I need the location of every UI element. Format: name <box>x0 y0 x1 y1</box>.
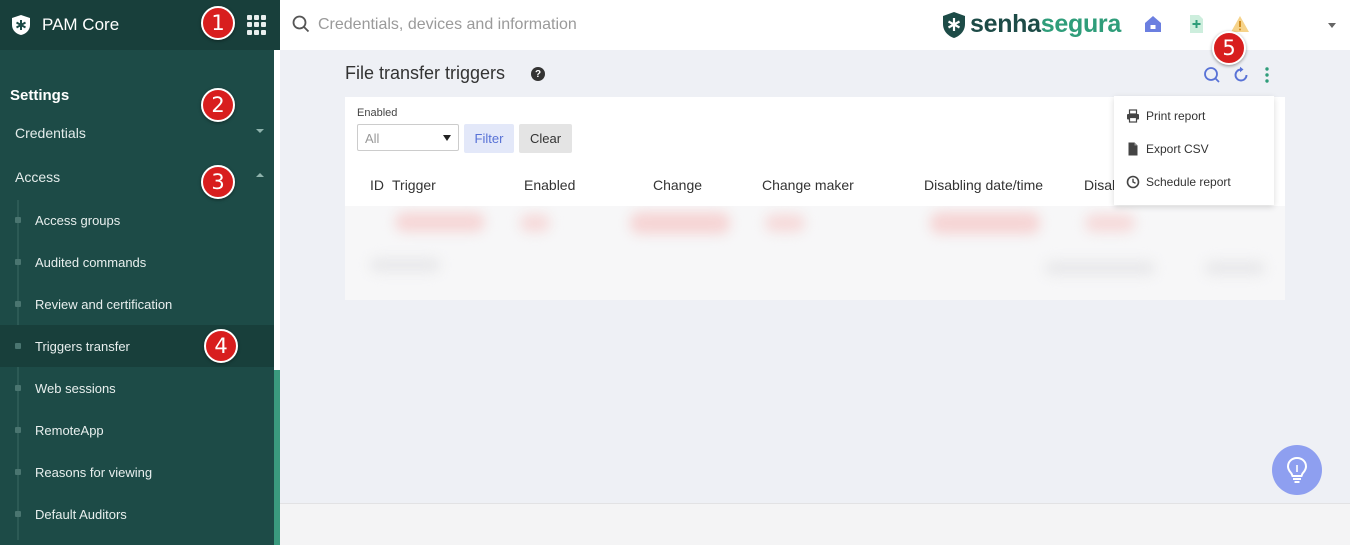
clear-button[interactable]: Clear <box>519 124 572 153</box>
sidebar-group-access[interactable]: Access <box>15 169 60 185</box>
sidebar-item-default-auditors[interactable]: Default Auditors <box>0 493 274 535</box>
search-icon[interactable] <box>1203 66 1221 84</box>
column-header-trigger[interactable]: Trigger <box>392 177 436 193</box>
table-body-blurred <box>345 206 1285 300</box>
sidebar-item-label: Default Auditors <box>35 506 127 522</box>
filter-button[interactable]: Filter <box>464 124 514 153</box>
enabled-filter-label: Enabled <box>357 107 398 119</box>
search-icon[interactable] <box>292 15 310 33</box>
enabled-select[interactable]: All <box>357 124 459 151</box>
search-input[interactable] <box>318 13 768 37</box>
page-title: File transfer triggers <box>345 63 506 83</box>
menu-item-print-report[interactable]: Print report <box>1126 106 1205 126</box>
lightbulb-icon <box>1286 456 1308 483</box>
column-header-disabling[interactable]: Disabling <box>1084 177 1116 193</box>
sidebar-item-access-groups[interactable]: Access groups <box>0 199 274 241</box>
sidebar-item-label: Triggers transfer <box>35 338 130 354</box>
sidebar-header: PAM Core <box>0 0 280 50</box>
clock-icon <box>1126 175 1140 189</box>
bullet-icon <box>15 217 21 223</box>
column-header-change-maker[interactable]: Change maker <box>762 177 854 193</box>
sidebar-item-remoteapp[interactable]: RemoteApp <box>0 409 274 451</box>
step-badge-4: 4 <box>204 329 238 363</box>
menu-item-export-csv[interactable]: Export CSV <box>1126 139 1209 159</box>
sidebar-item-label: Review and certification <box>35 296 173 312</box>
chevron-up-icon[interactable] <box>256 173 264 177</box>
step-badge-2: 2 <box>201 88 235 122</box>
caret-down-icon <box>443 135 451 141</box>
apps-grid-icon[interactable] <box>247 15 267 35</box>
sidebar-item-reasons-for-viewing[interactable]: Reasons for viewing <box>0 451 274 493</box>
sidebar-item-audited-commands[interactable]: Audited commands <box>0 241 274 283</box>
shield-logo-icon <box>943 11 965 38</box>
column-header-change[interactable]: Change <box>653 177 702 193</box>
brand-text-senha: senha <box>970 10 1041 38</box>
brand-text-segura: segura <box>1040 10 1121 38</box>
user-dropdown-icon[interactable] <box>1328 23 1336 28</box>
column-header-enabled[interactable]: Enabled <box>524 177 575 193</box>
step-badge-5: 5 <box>1212 31 1246 65</box>
printer-icon <box>1126 109 1140 123</box>
home-icon[interactable] <box>1143 14 1163 34</box>
sidebar-item-label: Access groups <box>35 212 121 228</box>
refresh-icon[interactable] <box>1232 66 1250 84</box>
sidebar-item-label: Audited commands <box>35 254 147 270</box>
app-name[interactable]: PAM Core <box>42 15 119 35</box>
sidebar-section-title: Settings <box>10 87 70 104</box>
menu-label: Print report <box>1146 109 1206 123</box>
tips-lightbulb-button[interactable] <box>1272 445 1322 495</box>
column-header-id[interactable]: ID <box>370 177 384 193</box>
new-document-icon[interactable] <box>1186 14 1206 34</box>
menu-label: Schedule report <box>1146 175 1231 189</box>
bullet-icon <box>15 301 21 307</box>
more-options-icon[interactable] <box>1258 66 1276 84</box>
sidebar-group-credentials[interactable]: Credentials <box>15 125 86 141</box>
menu-label: Export CSV <box>1146 142 1209 156</box>
step-badge-1: 1 <box>201 6 235 40</box>
column-header-disabling-datetime[interactable]: Disabling date/time <box>924 177 1043 193</box>
sidebar-item-web-sessions[interactable]: Web sessions <box>0 367 274 409</box>
bullet-icon <box>15 385 21 391</box>
sidebar-item-label: Web sessions <box>35 380 116 396</box>
help-icon[interactable]: ? <box>531 67 545 81</box>
enabled-select-value: All <box>365 131 380 146</box>
options-menu: Print report Export CSV Schedule report <box>1114 96 1274 205</box>
bullet-icon <box>15 511 21 517</box>
footer-strip <box>280 503 1350 545</box>
senhasegura-logo-icon <box>10 14 32 36</box>
sidebar-item-label: RemoteApp <box>35 422 104 438</box>
step-badge-3: 3 <box>201 165 235 199</box>
chevron-down-icon[interactable] <box>256 129 264 133</box>
sidebar: PAM Core Settings Credentials Access Acc… <box>0 0 280 545</box>
sidebar-item-review-and-certification[interactable]: Review and certification <box>0 283 274 325</box>
bullet-icon <box>15 259 21 265</box>
bullet-icon <box>15 469 21 475</box>
menu-item-schedule-report[interactable]: Schedule report <box>1126 172 1231 192</box>
bullet-icon <box>15 343 21 349</box>
topbar: senhasegura <box>280 0 1350 50</box>
brand-logo: senhasegura <box>942 10 1121 39</box>
sidebar-item-label: Reasons for viewing <box>35 464 153 480</box>
file-icon <box>1126 142 1140 156</box>
bullet-icon <box>15 427 21 433</box>
